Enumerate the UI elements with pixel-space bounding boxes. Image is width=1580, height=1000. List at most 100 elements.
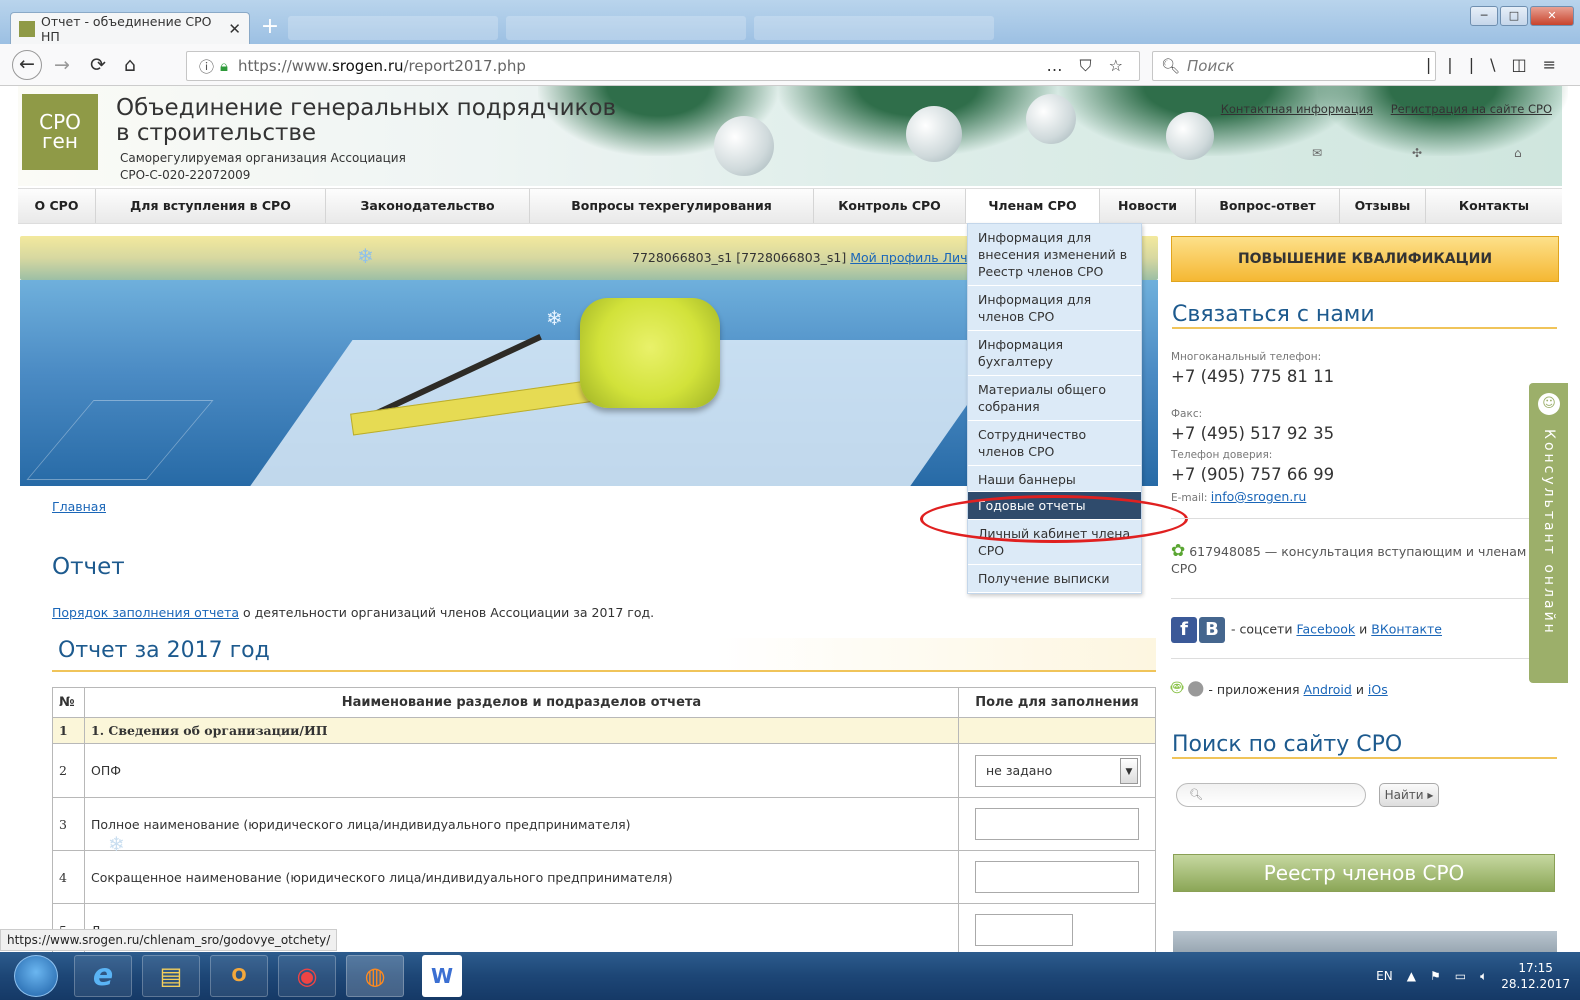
android-icon[interactable]: 🤖︎ — [1171, 675, 1183, 699]
menu-icon[interactable]: ≡ — [1543, 55, 1572, 74]
site-search-input[interactable]: 🔍︎ — [1176, 783, 1366, 807]
email-link[interactable]: info@srogen.ru — [1211, 489, 1307, 504]
tray-expand-icon[interactable]: ▲ — [1407, 969, 1416, 983]
browser-tab-active[interactable]: Отчет - объединение СРО НП ✕ — [10, 12, 250, 44]
menu-item-faq[interactable]: Вопрос-ответ — [1196, 189, 1340, 223]
contact-info-link[interactable]: Контактная информация — [1221, 102, 1373, 116]
menu-item-contacts[interactable]: Контакты — [1426, 189, 1562, 223]
dropdown-item-cooperation[interactable]: Сотрудничество членов СРО — [968, 421, 1141, 466]
row-number: 3 — [52, 797, 85, 851]
vkontakte-icon[interactable]: В — [1199, 617, 1225, 643]
back-arrow-icon[interactable]: ← — [12, 50, 42, 80]
opf-select[interactable]: не задано ▼ — [975, 754, 1141, 787]
site-logo[interactable]: СРО ген — [22, 94, 98, 170]
action-center-flag-icon[interactable]: ⚑ — [1430, 969, 1441, 983]
menu-item-about[interactable]: О СРО — [18, 189, 96, 223]
vkontakte-link[interactable]: ВКонтакте — [1371, 622, 1442, 637]
short-name-input[interactable] — [975, 861, 1139, 893]
browser-tab-background[interactable] — [754, 16, 994, 40]
page-title: Отчет — [52, 554, 125, 580]
language-indicator[interactable]: EN — [1376, 969, 1393, 983]
chrome-icon[interactable]: ◉ — [278, 955, 336, 997]
menu-item-join[interactable]: Для вступления в СРО — [96, 189, 326, 223]
tab-title: Отчет - объединение СРО НП — [41, 13, 212, 44]
dropdown-item-members-info[interactable]: Информация для членов СРО — [968, 286, 1141, 331]
firefox-icon[interactable]: ◍ — [346, 955, 404, 997]
site-subtitle-line1: Саморегулируемая организация Ассоциация — [120, 151, 406, 165]
page-actions-icons[interactable]: … ⛉ ☆ — [1046, 56, 1129, 76]
menu-item-control[interactable]: Контроль СРО — [814, 189, 966, 223]
clock-date: 28.12.2017 — [1501, 977, 1570, 991]
sidebar-bottom-banner — [1173, 931, 1557, 952]
info-icon[interactable]: ⓘ — [199, 56, 214, 77]
dropdown-item-meeting[interactable]: Материалы общего собрания — [968, 376, 1141, 421]
mail-icon[interactable]: ✉ — [1312, 146, 1322, 160]
divider — [1171, 518, 1559, 519]
facebook-link[interactable]: Facebook — [1296, 622, 1355, 637]
minimize-button[interactable]: ─ — [1470, 6, 1498, 26]
qualification-button[interactable]: ПОВЫШЕНИЕ КВАЛИФИКАЦИИ — [1171, 236, 1559, 282]
dropdown-item-extract[interactable]: Получение выписки — [968, 565, 1141, 593]
online-consultant-tab[interactable]: ☺ Консультант онлайн — [1529, 383, 1568, 683]
dropdown-item-accountant[interactable]: Информация бухгалтеру — [968, 331, 1141, 376]
menu-item-reviews[interactable]: Отзывы — [1340, 189, 1426, 223]
chevron-down-icon[interactable]: ▼ — [1120, 757, 1138, 784]
breadcrumb-home-link[interactable]: Главная — [52, 499, 106, 514]
file-explorer-icon[interactable]: ▤ — [142, 955, 200, 997]
internet-explorer-icon[interactable]: e — [74, 955, 132, 997]
sidebar-icon[interactable]: ◫ — [1511, 55, 1542, 74]
sitemap-icon[interactable]: ✣ — [1412, 146, 1422, 160]
phone-number: +7 (495) 775 81 11 — [1171, 367, 1335, 386]
next-field-input[interactable] — [975, 914, 1073, 946]
ios-link[interactable]: iOs — [1368, 682, 1388, 697]
forward-arrow-icon[interactable]: → — [54, 53, 70, 77]
menu-item-news[interactable]: Новости — [1100, 189, 1196, 223]
my-profile-link[interactable]: Мой профиль Лич — [850, 250, 967, 265]
browser-tab-background[interactable] — [506, 16, 746, 40]
email-row: E-mail: info@srogen.ru — [1171, 489, 1306, 504]
find-button[interactable]: Найти ▸ — [1379, 783, 1439, 807]
word-icon[interactable]: W — [422, 955, 462, 997]
full-name-input[interactable] — [975, 808, 1139, 840]
row-number: 4 — [52, 850, 85, 904]
system-tray: EN ▲ ⚑ ▭ 🔈︎ 17:15 28.12.2017 — [1376, 952, 1570, 1000]
tab-close-icon[interactable]: ✕ — [228, 20, 241, 38]
find-button-label: Найти — [1384, 788, 1424, 802]
url-path: /report2017.php — [403, 57, 526, 75]
reload-icon[interactable]: ⟳ — [90, 53, 106, 77]
menu-item-legislation[interactable]: Законодательство — [326, 189, 530, 223]
divider — [1171, 598, 1559, 599]
browser-search-input[interactable]: 🔍︎ Поиск — [1152, 51, 1436, 81]
network-icon[interactable]: ▭ — [1455, 969, 1466, 983]
menu-item-members[interactable]: Членам СРО — [966, 189, 1100, 223]
fill-instructions-link[interactable]: Порядок заполнения отчета — [52, 605, 239, 620]
new-tab-button[interactable]: + — [258, 16, 282, 40]
maximize-button[interactable]: □ — [1500, 6, 1528, 26]
site-title-line2: в строительстве — [116, 120, 317, 146]
fax-number: +7 (495) 517 92 35 — [1171, 424, 1335, 443]
menu-item-tech-regulation[interactable]: Вопросы техрегулирования — [530, 189, 814, 223]
dropdown-item-banners[interactable]: Наши баннеры — [968, 466, 1141, 492]
search-icon: 🔍︎ — [1189, 788, 1203, 801]
status-bar-url: https://www.srogen.ru/chlenam_sro/godovy… — [0, 929, 338, 951]
clock-time: 17:15 — [1518, 961, 1553, 975]
start-button-icon[interactable] — [14, 955, 58, 997]
url-bar[interactable]: ⓘ 🔒︎ https://www. srogen.ru/report2017.ph… — [186, 51, 1140, 81]
outlook-icon[interactable]: O — [210, 955, 268, 997]
register-link[interactable]: Регистрация на сайте СРО — [1391, 102, 1552, 116]
android-link[interactable]: Android — [1304, 682, 1352, 697]
apple-icon[interactable]: ● — [1187, 675, 1204, 699]
registry-button[interactable]: Реестр членов СРО — [1173, 854, 1555, 892]
library-icon[interactable]: |||\ — [1426, 55, 1512, 74]
dropdown-item-registry-changes[interactable]: Информация для внесения изменений в Реес… — [968, 224, 1141, 286]
volume-icon[interactable]: 🔈︎ — [1480, 969, 1487, 984]
social-and: и — [1355, 621, 1372, 637]
home-icon[interactable]: ⌂ — [124, 53, 136, 77]
icq-text-line1: 617948085 — консультация вступающим и чл… — [1189, 544, 1527, 559]
home-small-icon[interactable]: ⌂ — [1514, 146, 1522, 160]
facebook-icon[interactable]: f — [1171, 617, 1197, 643]
chevron-right-icon: ▸ — [1427, 788, 1434, 802]
browser-tab-background[interactable] — [288, 16, 498, 40]
clock[interactable]: 17:15 28.12.2017 — [1501, 960, 1570, 992]
window-close-button[interactable]: ✕ — [1530, 6, 1574, 26]
